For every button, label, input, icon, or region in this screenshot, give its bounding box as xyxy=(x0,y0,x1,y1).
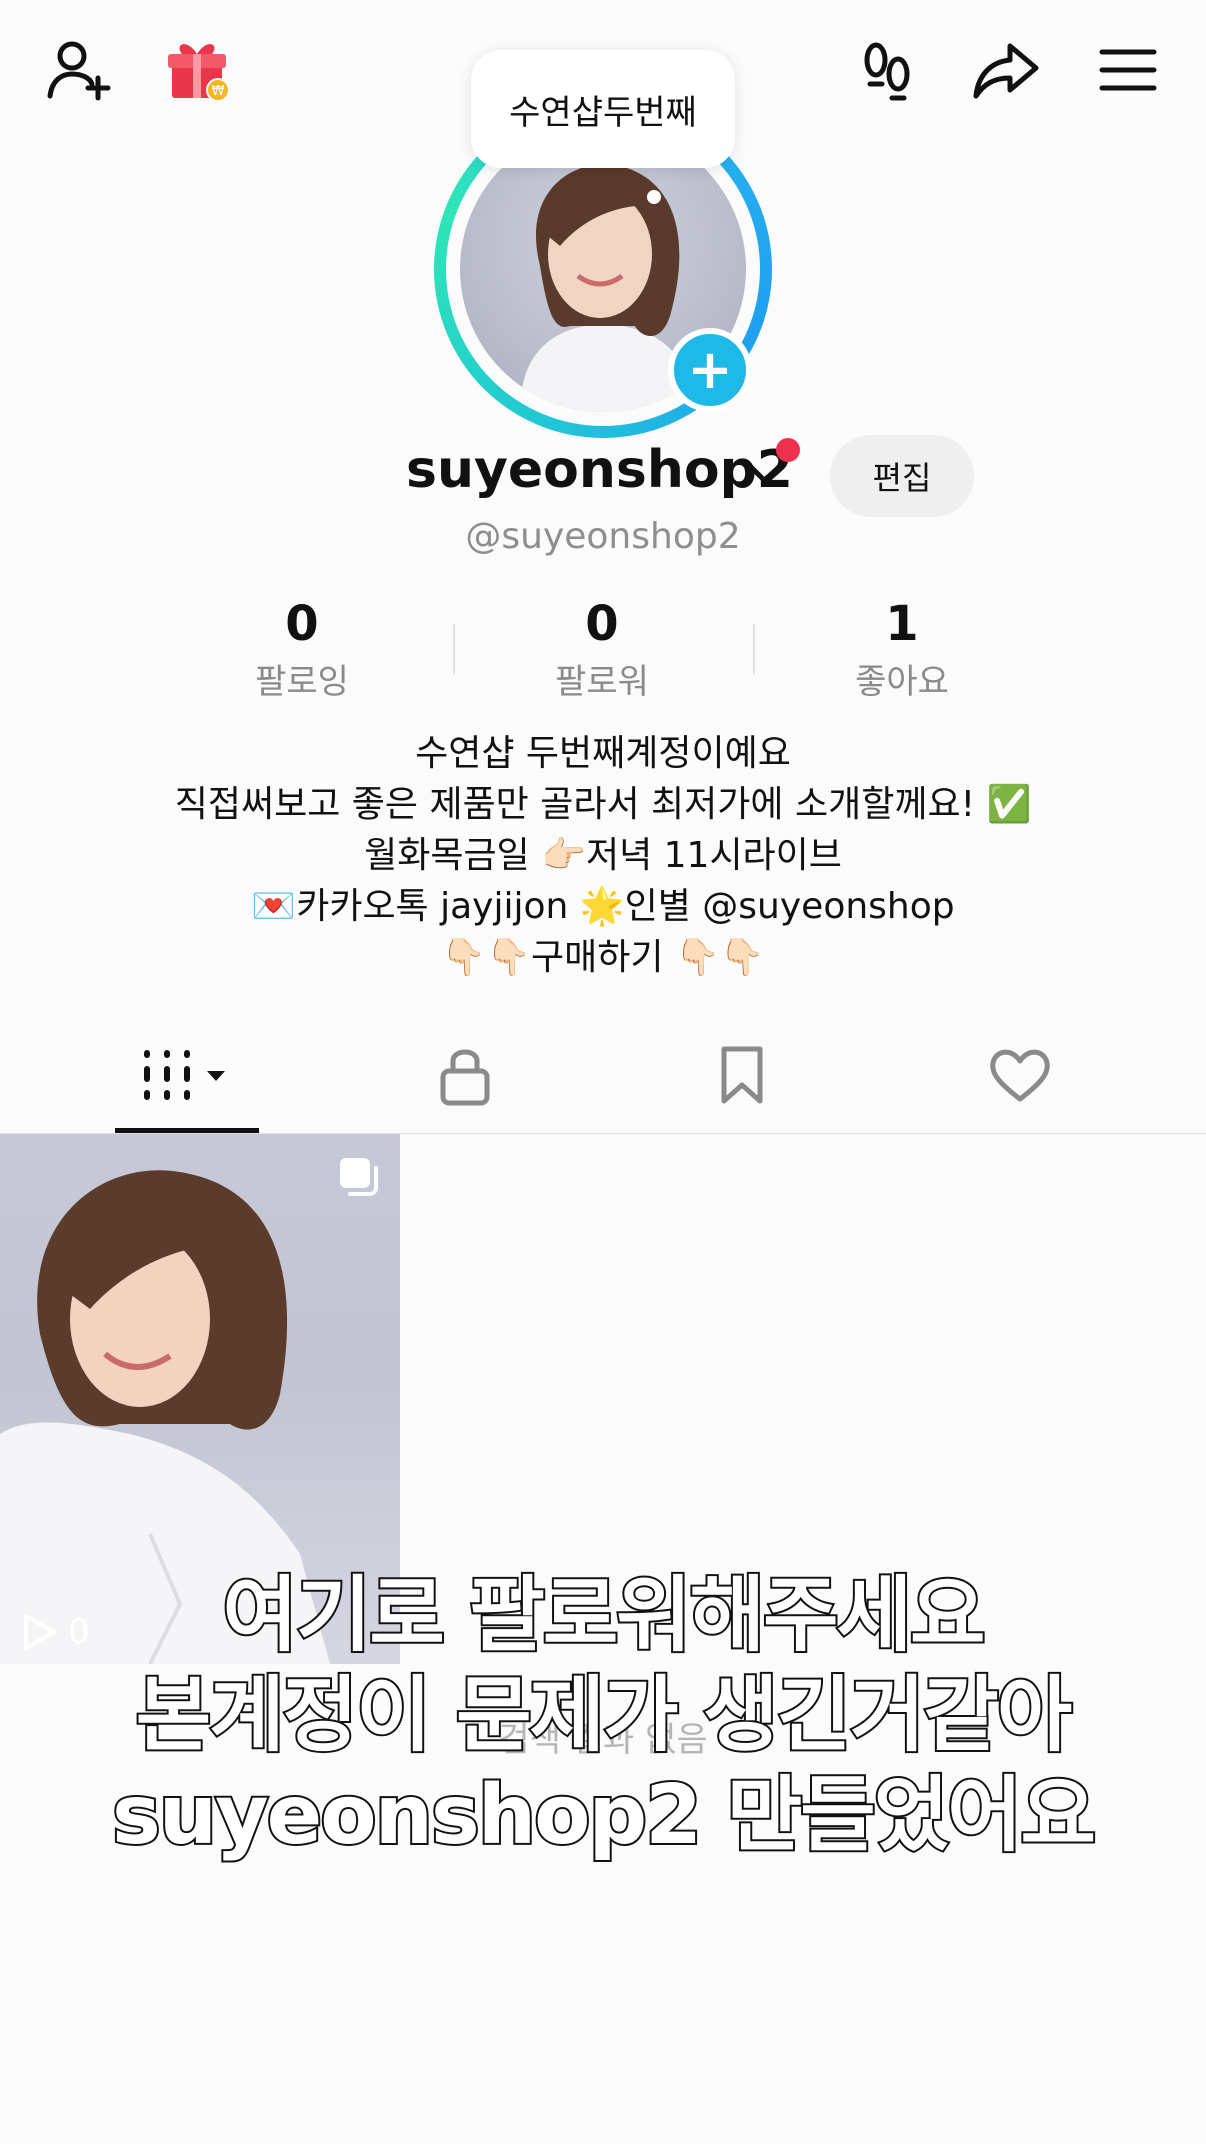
likes-count: 1 xyxy=(885,596,919,652)
user-handle: @suyeonshop2 xyxy=(465,516,741,557)
add-friend-button[interactable] xyxy=(38,30,118,110)
followers-label: 팔로워 xyxy=(555,662,649,702)
add-friend-icon xyxy=(47,41,111,101)
following-label: 팔로잉 xyxy=(255,662,349,702)
share-button[interactable] xyxy=(966,30,1046,110)
menu-button[interactable] xyxy=(1088,30,1168,110)
nickname-tooltip: 수연샵두번째 xyxy=(471,50,735,168)
footprints-icon xyxy=(864,42,910,101)
gift-button[interactable]: ₩ xyxy=(158,30,238,110)
likes-stat[interactable]: 1 좋아요 xyxy=(752,596,1052,703)
followers-count: 0 xyxy=(585,596,619,652)
followers-stat[interactable]: 0 팔로워 xyxy=(452,596,752,703)
gift-icon: ₩ xyxy=(168,44,230,102)
edit-profile-button[interactable]: 편집 xyxy=(830,435,974,517)
menu-icon xyxy=(1099,49,1157,91)
tab-liked[interactable] xyxy=(970,1040,1070,1110)
tab-videos[interactable] xyxy=(137,1040,237,1110)
footprints-button[interactable] xyxy=(848,30,928,110)
multi-photo-icon xyxy=(340,1158,378,1196)
svg-text:₩: ₩ xyxy=(212,84,225,99)
username[interactable]: suyeonshop2 xyxy=(406,440,793,500)
heart-icon xyxy=(990,1049,1050,1102)
tab-saved[interactable] xyxy=(692,1040,792,1110)
following-stat[interactable]: 0 팔로잉 xyxy=(152,596,452,703)
lock-icon xyxy=(440,1049,490,1106)
add-story-button[interactable]: + xyxy=(668,328,752,412)
bio-line: 월화목금일 👉🏻저녁 11시라이브 xyxy=(364,835,842,876)
bio-line: 💌카카오톡 jayjijon 🌟인별 @suyeonshop xyxy=(251,886,955,927)
share-icon xyxy=(973,43,1039,99)
overlay-caption-line: suyeonshop2 만들었어요 xyxy=(110,1766,1098,1865)
tab-private[interactable] xyxy=(415,1040,515,1110)
bio-line: 직접써보고 좋은 제품만 골라서 최저가에 소개할께요! ✅ xyxy=(174,784,1032,825)
likes-label: 좋아요 xyxy=(855,662,949,702)
tooltip-pointer xyxy=(647,190,661,204)
grid-icon xyxy=(144,1050,225,1100)
bio-link[interactable]: 👇🏻👇🏻구매하기 👇🏻👇🏻 xyxy=(0,932,1206,983)
following-count: 0 xyxy=(285,596,319,652)
bio-line: 수연샵 두번째계정이예요 xyxy=(415,733,791,774)
bookmark-icon xyxy=(721,1046,763,1104)
notification-dot xyxy=(776,438,800,462)
